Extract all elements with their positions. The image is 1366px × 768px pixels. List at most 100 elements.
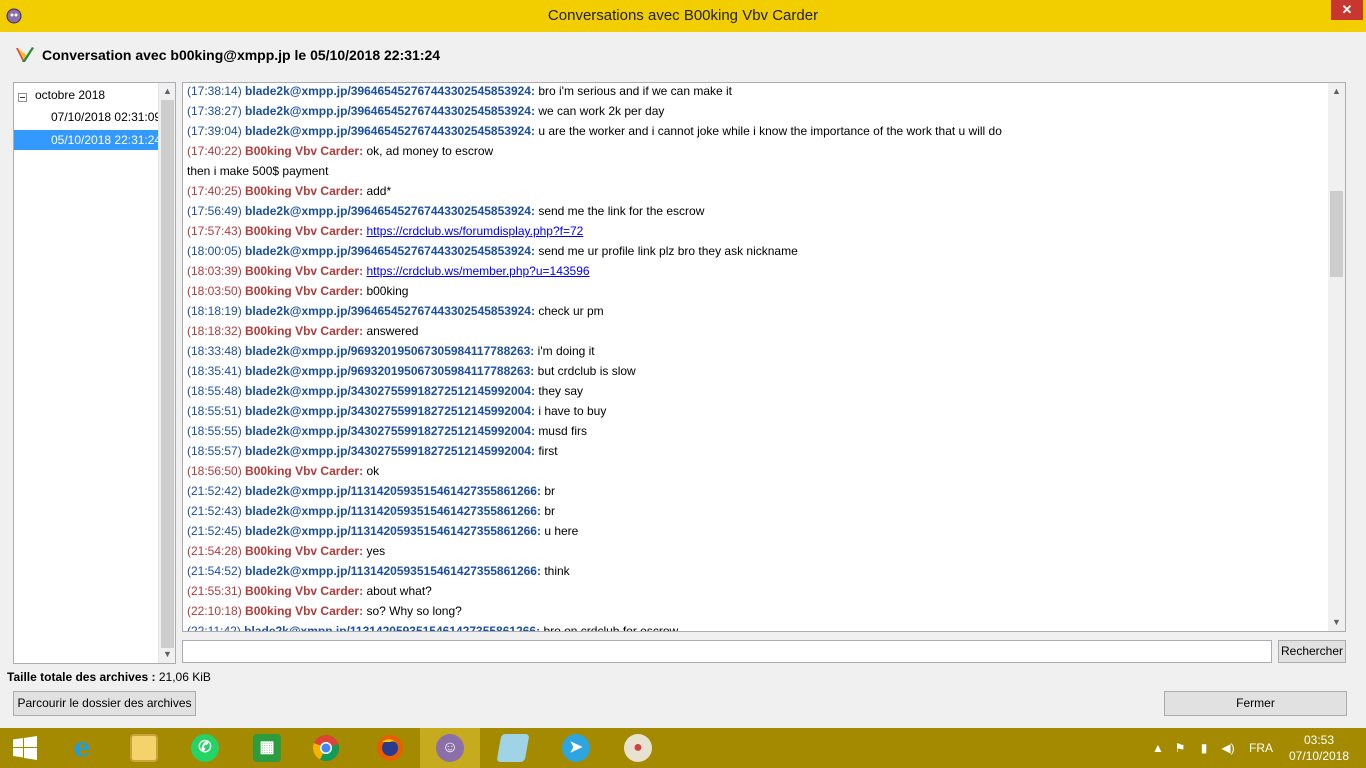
chat-message: then i make 500$ payment [187,161,1325,181]
message-timestamp: (18:18:32) [187,324,242,338]
taskbar-whatsapp[interactable]: ✆ [175,728,235,768]
message-text: br [544,504,555,518]
message-text: so? Why so long? [366,604,462,618]
taskbar-telegram[interactable]: ➤ [546,728,606,768]
windows-icon [13,736,37,760]
tree-item-date-selected[interactable]: 05/10/2018 22:31:24 [14,130,162,150]
message-text: about what? [366,584,432,598]
message-text: ok, ad money to escrow [366,144,494,158]
message-list: (17:38:14) blade2k@xmpp.jp/3964654527674… [187,83,1325,632]
chat-message: (18:55:51) blade2k@xmpp.jp/3430275599182… [187,401,1325,421]
message-sender: B00king Vbv Carder: [245,224,364,238]
message-timestamp: (21:52:42) [187,484,242,498]
window-close-button[interactable]: ✕ [1331,0,1363,20]
start-button[interactable] [0,728,52,768]
taskbar-paint[interactable]: ● [608,728,668,768]
tray-clock[interactable]: 03:53 07/10/2018 [1284,732,1354,764]
message-timestamp: (17:39:04) [187,124,242,138]
message-sender: B00king Vbv Carder: [245,284,364,298]
message-text: musd firs [538,424,587,438]
scroll-thumb[interactable] [1330,191,1343,277]
internet-explorer-icon: e [73,733,91,763]
message-text: but crdclub is slow [537,364,636,378]
tree-scrollbar[interactable]: ▲ ▼ [158,83,175,663]
folder-icon [130,734,158,762]
chat-message: (17:57:43) B00king Vbv Carder: https://c… [187,221,1325,241]
browse-archives-button[interactable]: Parcourir le dossier des archives [13,691,196,716]
archive-size: Taille totale des archives : 21,06 KiB [7,670,211,684]
tree-item-label: 07/10/2018 02:31:09 [51,110,162,124]
tree-item-date[interactable]: 07/10/2018 02:31:09 [14,107,162,127]
paint-icon: ● [624,734,652,762]
message-text: check ur pm [538,304,604,318]
message-link[interactable]: https://crdclub.ws/member.php?u=143596 [366,264,589,278]
message-timestamp: (17:40:22) [187,144,242,158]
message-text: i'm doing it [537,344,595,358]
chat-message: (17:39:04) blade2k@xmpp.jp/3964654527674… [187,121,1325,141]
message-timestamp: (22:10:18) [187,604,242,618]
message-text: https://crdclub.ws/forumdisplay.php?f=72 [366,224,583,238]
message-timestamp: (21:52:43) [187,504,242,518]
message-text: we can work 2k per day [538,104,665,118]
message-sender: B00king Vbv Carder: [245,464,364,478]
taskbar-internet-explorer[interactable]: e [52,728,112,768]
message-timestamp: (17:38:14) [187,84,242,98]
tree-group-octobre-2018[interactable]: octobre 2018 [14,85,160,105]
clock-time: 03:53 [1303,733,1335,747]
archive-tree[interactable]: octobre 2018 07/10/2018 02:31:09 05/10/2… [13,82,176,664]
message-timestamp: (22:11:42) [187,624,241,632]
tree-group-label: octobre 2018 [35,88,106,102]
chat-message: (18:55:55) blade2k@xmpp.jp/3430275599182… [187,421,1325,441]
message-sender: blade2k@xmpp.jp/396465452767443302545853… [245,304,535,318]
taskbar-firefox[interactable] [360,728,420,768]
message-timestamp: (17:40:25) [187,184,242,198]
scroll-down-icon[interactable]: ▼ [1328,614,1345,631]
message-sender: blade2k@xmpp.jp/113142059351546142735586… [245,564,541,578]
message-timestamp: (21:54:28) [187,544,242,558]
close-button[interactable]: Fermer [1164,691,1347,716]
tray-flag-icon[interactable]: ⚑ [1172,740,1188,756]
chat-message: (17:38:27) blade2k@xmpp.jp/3964654527674… [187,101,1325,121]
message-text: then i make 500$ payment [187,164,329,178]
message-timestamp: (18:56:50) [187,464,242,478]
scroll-thumb[interactable] [161,100,174,648]
browse-archives-label: Parcourir le dossier des archives [17,696,192,710]
message-link[interactable]: https://crdclub.ws/forumdisplay.php?f=72 [366,224,583,238]
window-title: Conversations avec B00king Vbv Carder [547,7,819,24]
chat-message: (18:03:50) B00king Vbv Carder: b00king [187,281,1325,301]
message-text: add* [366,184,392,198]
tray-language[interactable]: FRA [1249,741,1273,757]
tray-battery-icon[interactable]: ▮ [1196,740,1212,756]
close-button-label: Fermer [1236,696,1275,710]
firefox-icon [377,735,403,761]
message-text: first [538,444,558,458]
scroll-up-icon[interactable]: ▲ [159,83,176,100]
taskbar-notepad[interactable] [483,728,543,768]
message-text: answered [366,324,419,338]
chat-message: (21:55:31) B00king Vbv Carder: about wha… [187,581,1325,601]
tray-chevron-up-icon[interactable]: ▲ [1150,740,1166,756]
chrome-icon [313,735,340,762]
message-text: b00king [366,284,409,298]
collapse-icon[interactable] [18,93,27,102]
window-titlebar[interactable]: Conversations avec B00king Vbv Carder ✕ [0,0,1366,32]
message-timestamp: (18:00:05) [187,244,242,258]
scroll-up-icon[interactable]: ▲ [1328,83,1345,100]
tree-item-label: 05/10/2018 22:31:24 [51,133,162,147]
taskbar-chrome[interactable] [296,728,356,768]
message-timestamp: (18:03:50) [187,284,242,298]
message-sender: blade2k@xmpp.jp/396465452767443302545853… [245,204,535,218]
scroll-down-icon[interactable]: ▼ [159,646,176,663]
taskbar-file-explorer[interactable] [114,728,174,768]
message-text: send me the link for the escrow [538,204,705,218]
chat-log[interactable]: (17:38:14) blade2k@xmpp.jp/3964654527674… [182,82,1346,632]
chat-message: (18:55:57) blade2k@xmpp.jp/3430275599182… [187,441,1325,461]
search-button[interactable]: Rechercher [1278,640,1346,663]
conversation-header: Conversation avec b00king@xmpp.jp le 05/… [14,44,440,66]
chat-message: (21:54:52) blade2k@xmpp.jp/1131420593515… [187,561,1325,581]
chat-scrollbar[interactable]: ▲ ▼ [1328,83,1345,631]
taskbar-store[interactable]: ▦ [237,728,297,768]
search-input[interactable] [182,640,1272,663]
taskbar-pidgin[interactable]: ☺ [420,728,480,768]
tray-volume-icon[interactable]: ◀) [1220,740,1236,756]
